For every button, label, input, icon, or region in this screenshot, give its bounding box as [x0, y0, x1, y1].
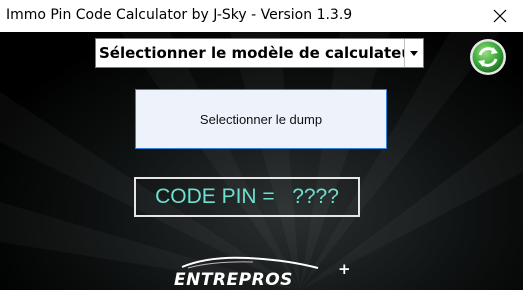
app-window: Immo Pin Code Calculator by J-Sky - Vers… — [0, 0, 523, 290]
close-icon — [493, 9, 507, 23]
select-dump-button[interactable]: Selectionner le dump — [135, 89, 387, 149]
dropdown-arrow-button[interactable] — [404, 39, 423, 67]
calculator-model-value: Sélectionner le modèle de calculateur — [99, 44, 420, 62]
refresh-button[interactable] — [469, 38, 507, 76]
refresh-icon — [470, 39, 506, 75]
background-rays — [0, 32, 523, 290]
title-bar: Immo Pin Code Calculator by J-Sky - Vers… — [0, 0, 523, 32]
dropdown-arrow-icon — [410, 50, 418, 56]
select-dump-label: Selectionner le dump — [199, 111, 323, 127]
logo-plus: + — [338, 260, 351, 278]
window-title: Immo Pin Code Calculator by J-Sky - Vers… — [6, 7, 353, 23]
main-panel: Sélectionner le modèle de calculateur Se… — [0, 32, 523, 290]
entrepros-logo: ENTREPROS + — [174, 256, 351, 290]
car-logo-icon — [181, 256, 319, 269]
pin-code-display: CODE PIN = ???? — [134, 177, 360, 217]
close-button[interactable] — [477, 0, 523, 32]
logo-text: ENTREPROS — [174, 270, 293, 290]
calculator-model-select[interactable]: Sélectionner le modèle de calculateur — [95, 38, 424, 68]
pin-code-text: CODE PIN = ???? — [155, 185, 339, 208]
